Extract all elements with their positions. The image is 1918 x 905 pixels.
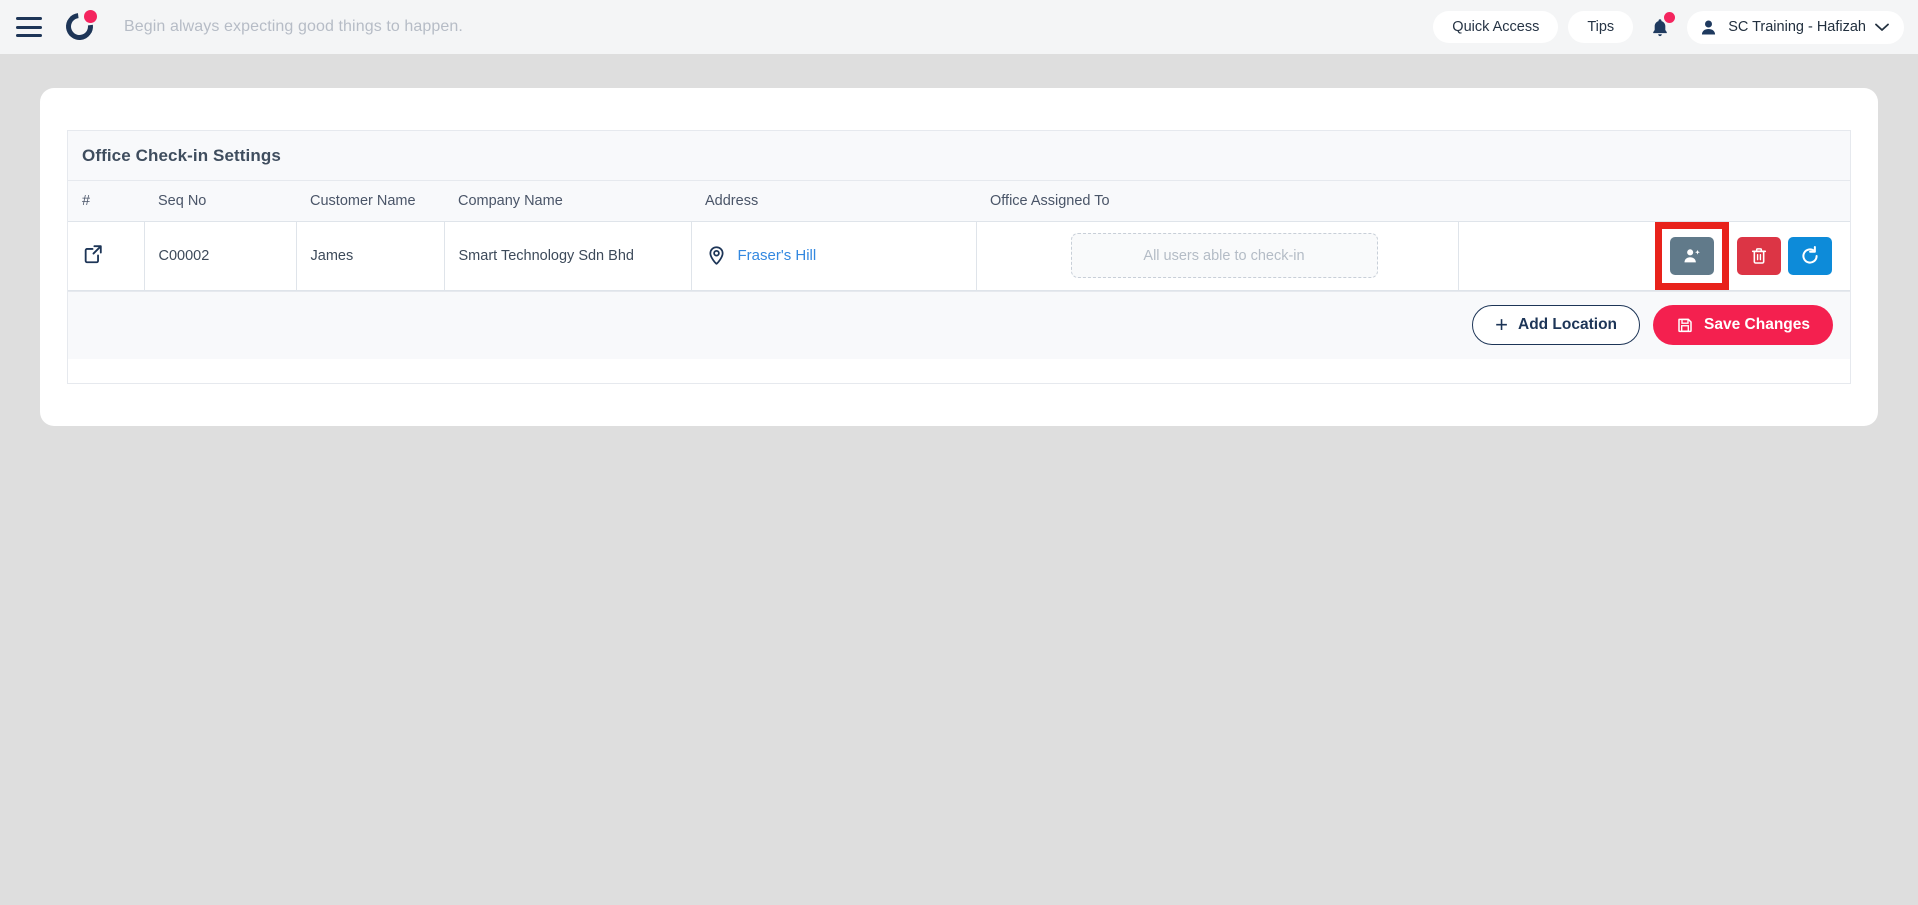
cell-address: Fraser's Hill — [691, 221, 977, 291]
tips-button[interactable]: Tips — [1568, 11, 1634, 43]
cell-row-actions — [1458, 221, 1851, 291]
delete-row-button[interactable] — [1737, 236, 1781, 275]
table-row: C00002 James Smart Technology Sdn Bhd Fr… — [68, 221, 1851, 291]
office-assigned-placeholder[interactable]: All users able to check-in — [1070, 233, 1378, 278]
user-name-label: SC Training - Hafizah — [1728, 19, 1866, 35]
cell-office-assigned-to: All users able to check-in — [976, 221, 1459, 291]
column-header-office-assigned-to: Office Assigned To — [976, 181, 1458, 222]
table-header: # Seq No Customer Name Company Name Addr… — [68, 181, 1850, 222]
top-navigation-bar: Begin always expecting good things to ha… — [0, 0, 1918, 54]
table-body: C00002 James Smart Technology Sdn Bhd Fr… — [68, 221, 1851, 291]
cell-seq-no: C00002 — [144, 221, 297, 291]
column-header-customer-name: Customer Name — [296, 181, 444, 222]
column-header-company-name: Company Name — [444, 181, 691, 222]
add-location-label: Add Location — [1518, 316, 1618, 333]
row-open-detail-cell[interactable] — [68, 221, 145, 291]
office-checkin-table: # Seq No Customer Name Company Name Addr… — [68, 181, 1850, 291]
notification-badge — [1664, 12, 1676, 23]
column-header-index: # — [68, 181, 144, 222]
content-card: Office Check-in Settings # Seq No Custom… — [40, 88, 1878, 426]
refresh-row-button[interactable] — [1788, 236, 1832, 275]
tagline-text: Begin always expecting good things to ha… — [124, 18, 463, 35]
address-link[interactable]: Fraser's Hill — [738, 247, 817, 264]
save-changes-button[interactable]: Save Changes — [1653, 305, 1833, 345]
user-avatar-icon — [1702, 20, 1716, 34]
column-header-address: Address — [691, 181, 976, 222]
topbar-actions: Quick Access Tips SC Training - Hafizah — [1433, 10, 1918, 44]
panel-header: Office Check-in Settings — [68, 131, 1850, 181]
notifications-button[interactable] — [1643, 10, 1677, 44]
page-title: Office Check-in Settings — [82, 145, 281, 165]
cell-company-name: Smart Technology Sdn Bhd — [444, 221, 692, 291]
cell-customer-name: James — [296, 221, 445, 291]
panel-footer: + Add Location Save Changes — [68, 290, 1850, 359]
brand-logo-icon[interactable] — [60, 7, 99, 46]
refresh-icon — [1802, 245, 1818, 264]
row-action-buttons — [1473, 221, 1851, 290]
plus-icon: + — [1495, 312, 1508, 337]
add-location-button[interactable]: + Add Location — [1472, 305, 1641, 345]
trash-icon — [1751, 247, 1767, 264]
assign-users-button[interactable] — [1670, 236, 1714, 275]
chevron-down-icon — [1875, 23, 1889, 31]
table-header-row: # Seq No Customer Name Company Name Addr… — [68, 181, 1850, 222]
column-header-seq-no: Seq No — [144, 181, 296, 222]
user-account-menu[interactable]: SC Training - Hafizah — [1687, 10, 1904, 44]
office-checkin-panel: Office Check-in Settings # Seq No Custom… — [67, 130, 1851, 384]
quick-access-button[interactable]: Quick Access — [1433, 11, 1559, 43]
save-disk-icon — [1678, 318, 1692, 333]
assign-users-highlight-annotation — [1655, 221, 1729, 290]
column-header-actions — [1458, 181, 1850, 222]
map-pin-icon — [708, 246, 724, 265]
hamburger-menu-icon[interactable] — [16, 17, 42, 37]
save-changes-label: Save Changes — [1704, 316, 1810, 333]
add-user-icon — [1684, 248, 1700, 262]
external-link-icon[interactable] — [82, 243, 104, 265]
